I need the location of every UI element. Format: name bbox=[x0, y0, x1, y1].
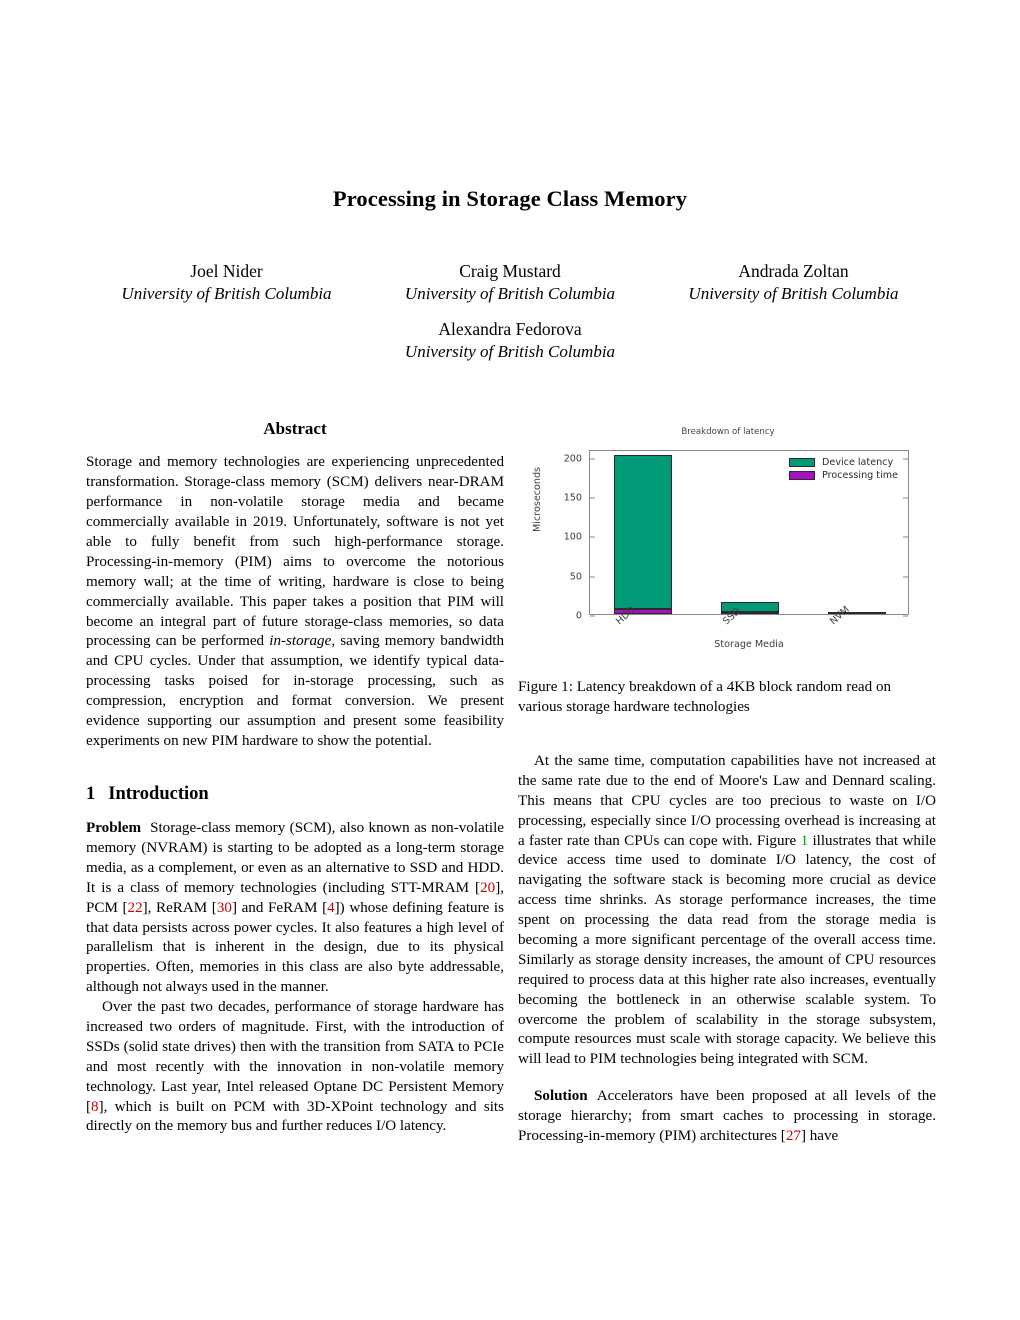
author-row-secondary: Alexandra Fedorova University of British… bbox=[85, 318, 935, 364]
author-block: Joel Nider University of British Columbi… bbox=[85, 260, 368, 306]
paragraph2-text-2: ], which is built on PCM with 3D-XPoint … bbox=[86, 1098, 504, 1135]
author-affiliation: University of British Columbia bbox=[404, 342, 616, 362]
y-tick-label: 50 bbox=[569, 571, 582, 583]
section-heading-introduction: 1 Introduction bbox=[86, 782, 504, 806]
left-column: Abstract Storage and memory technologies… bbox=[86, 418, 504, 1137]
runin-problem: Problem bbox=[86, 820, 142, 837]
paragraph-computation: At the same time, computation capabiliti… bbox=[518, 752, 936, 1070]
abstract-heading: Abstract bbox=[263, 419, 327, 438]
figure-cross-reference[interactable]: 1 bbox=[801, 833, 809, 849]
right-par1-text-2: illustrates that while device access tim… bbox=[518, 832, 936, 1068]
legend-swatch-processing-time bbox=[789, 471, 816, 480]
legend-item-processing-time: Processing time bbox=[789, 470, 898, 481]
y-tick-label: 150 bbox=[563, 492, 582, 504]
y-tick-mark-right bbox=[903, 497, 908, 499]
author-name: Andrada Zoltan bbox=[738, 261, 849, 281]
y-tick-mark bbox=[590, 576, 595, 578]
section-number: 1 bbox=[86, 783, 96, 804]
author-affiliation: University of British Columbia bbox=[688, 284, 899, 304]
author-row-primary: Joel Nider University of British Columbi… bbox=[85, 260, 935, 306]
citation-ref[interactable]: 4 bbox=[327, 900, 335, 916]
paragraph-solution: Solution Accelerators have been proposed … bbox=[518, 1087, 936, 1147]
paragraph-problem: Problem Storage-class memory (SCM), also … bbox=[86, 819, 504, 998]
latency-breakdown-chart: Breakdown of latency Microseconds HDD SSD… bbox=[518, 425, 938, 665]
y-tick-mark bbox=[590, 497, 595, 499]
legend-label-device-latency: Device latency bbox=[822, 457, 894, 468]
citation-ref[interactable]: 30 bbox=[217, 900, 232, 916]
chart-title: Breakdown of latency bbox=[681, 427, 775, 437]
citation-ref[interactable]: 27 bbox=[786, 1128, 801, 1144]
author-name: Joel Nider bbox=[190, 261, 263, 281]
y-tick-mark bbox=[590, 615, 595, 617]
y-tick-label: 0 bbox=[575, 610, 582, 622]
author-affiliation: University of British Columbia bbox=[404, 284, 616, 304]
chart-plot-area: HDD SSD NVM 0 50 100 150 200 Device latency Pr… bbox=[564, 450, 909, 627]
author-name: Alexandra Fedorova bbox=[438, 319, 582, 339]
legend-label-processing-time: Processing time bbox=[822, 470, 898, 481]
section-title: Introduction bbox=[108, 783, 209, 804]
chart-x-axis-label: Storage Media bbox=[714, 639, 784, 650]
citation-ref[interactable]: 22 bbox=[128, 900, 143, 916]
author-affiliation: University of British Columbia bbox=[121, 284, 332, 304]
paragraph2-text-1: Over the past two decades, performance o… bbox=[86, 999, 504, 1115]
y-tick-mark-right bbox=[903, 615, 908, 617]
solution-text-2: ] have bbox=[800, 1128, 839, 1145]
chart-legend: Device latency Processing time bbox=[789, 457, 898, 483]
bar-segment-device-latency bbox=[614, 455, 673, 609]
author-block: Andrada Zoltan University of British Col… bbox=[652, 260, 935, 306]
y-tick-mark bbox=[590, 536, 595, 538]
legend-item-device-latency: Device latency bbox=[789, 457, 898, 468]
runin-solution: Solution bbox=[534, 1088, 588, 1105]
chart-y-axis-label: Microseconds bbox=[532, 466, 543, 532]
citation-ref[interactable]: 20 bbox=[480, 880, 495, 896]
y-tick-label: 100 bbox=[563, 531, 582, 543]
paragraph-storage-history: Over the past two decades, performance o… bbox=[86, 998, 504, 1137]
author-block: Alexandra Fedorova University of British… bbox=[369, 318, 652, 364]
problem-text-4: ] and FeRAM [ bbox=[231, 899, 328, 916]
y-tick-mark-right bbox=[903, 458, 908, 460]
y-tick-label: 200 bbox=[563, 453, 582, 465]
author-name: Craig Mustard bbox=[459, 261, 561, 281]
page-title: Processing in Storage Class Memory bbox=[332, 186, 688, 211]
abstract-text-part1: Storage and memory technologies are expe… bbox=[86, 454, 504, 650]
abstract-text: Storage and memory technologies are expe… bbox=[86, 453, 504, 751]
y-tick-mark-right bbox=[903, 536, 908, 538]
x-tick-label: NVM bbox=[827, 604, 852, 628]
author-block: Craig Mustard University of British Colu… bbox=[369, 260, 652, 306]
abstract-text-part2: , saving memory bandwidth and CPU cycles… bbox=[86, 633, 504, 749]
right-column: At the same time, computation capabiliti… bbox=[518, 752, 936, 1147]
y-tick-mark bbox=[590, 458, 595, 460]
citation-ref[interactable]: 8 bbox=[91, 1099, 99, 1115]
legend-swatch-device-latency bbox=[789, 458, 816, 467]
y-tick-mark-right bbox=[903, 576, 908, 578]
abstract-emphasis: in-storage bbox=[269, 633, 332, 650]
problem-text-1: Storage-class memory (SCM), also known a… bbox=[86, 820, 504, 896]
paper-page: Processing in Storage Class Memory Joel … bbox=[0, 0, 1020, 1320]
problem-text-3: ], ReRAM [ bbox=[142, 899, 217, 916]
figure-1: Breakdown of latency Microseconds HDD SSD… bbox=[518, 425, 938, 665]
figure-caption: Figure 1: Latency breakdown of a 4KB blo… bbox=[518, 679, 892, 715]
